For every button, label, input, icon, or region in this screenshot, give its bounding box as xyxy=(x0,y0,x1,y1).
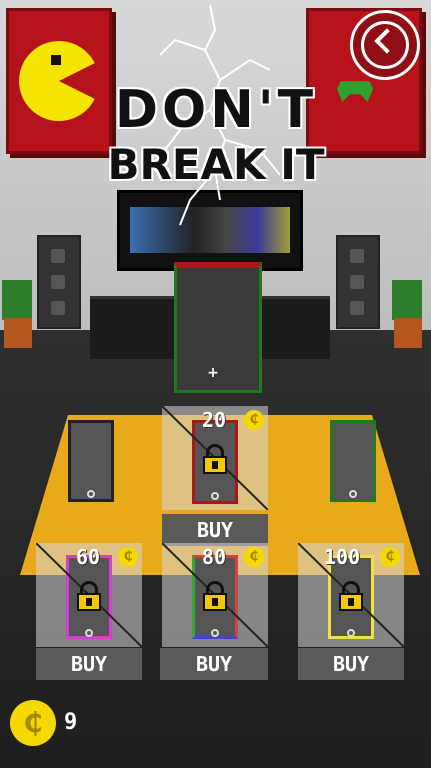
right-plant xyxy=(390,280,424,350)
lock-icon xyxy=(339,581,363,611)
pacman-icon xyxy=(19,41,99,121)
space-invader-icon xyxy=(337,81,373,102)
skin-slot-purple[interactable]: 60 ₵ xyxy=(36,543,142,647)
coin-icon: ₵ xyxy=(380,547,400,567)
left-plant xyxy=(0,280,34,350)
skin-price: 20 xyxy=(202,408,227,432)
back-button[interactable] xyxy=(350,10,420,80)
left-cabinet xyxy=(90,296,180,359)
lock-icon xyxy=(77,581,101,611)
coin-icon: ₵ xyxy=(118,547,138,567)
title-line-1: DON'T xyxy=(114,80,318,140)
coin-icon: ₵ xyxy=(10,700,56,746)
skin-slot-gray[interactable] xyxy=(68,420,114,502)
coin-icon: ₵ xyxy=(244,410,264,430)
skin-price: 100 xyxy=(324,545,361,569)
skin-price: 80 xyxy=(202,545,227,569)
buy-button[interactable]: BUY xyxy=(36,648,142,680)
buy-button[interactable]: BUY xyxy=(160,648,268,680)
pacman-eye xyxy=(51,55,61,65)
game-logo: DON'T BREAK IT xyxy=(96,80,336,190)
right-cabinet xyxy=(260,296,330,359)
lock-icon xyxy=(203,581,227,611)
buy-button[interactable]: BUY xyxy=(298,648,404,680)
skin-slot-yellow[interactable]: 100 ₵ xyxy=(298,543,404,647)
plus-icon: + xyxy=(207,365,219,381)
lock-icon xyxy=(203,444,227,474)
home-button-dot xyxy=(349,490,357,498)
skin-slot-green[interactable] xyxy=(330,420,376,502)
coin-icon: ₵ xyxy=(244,547,264,567)
left-speaker xyxy=(37,235,81,329)
skin-slot-rainbow[interactable]: 80 ₵ xyxy=(162,543,268,647)
skin-slot-red[interactable]: 20 ₵ xyxy=(162,406,268,510)
buy-button[interactable]: BUY xyxy=(162,514,268,546)
skin-price: 60 xyxy=(76,545,101,569)
home-button-dot xyxy=(87,490,95,498)
coin-balance: 9 xyxy=(64,710,78,735)
right-speaker xyxy=(336,235,380,329)
title-line-2: BREAK IT xyxy=(107,140,325,189)
